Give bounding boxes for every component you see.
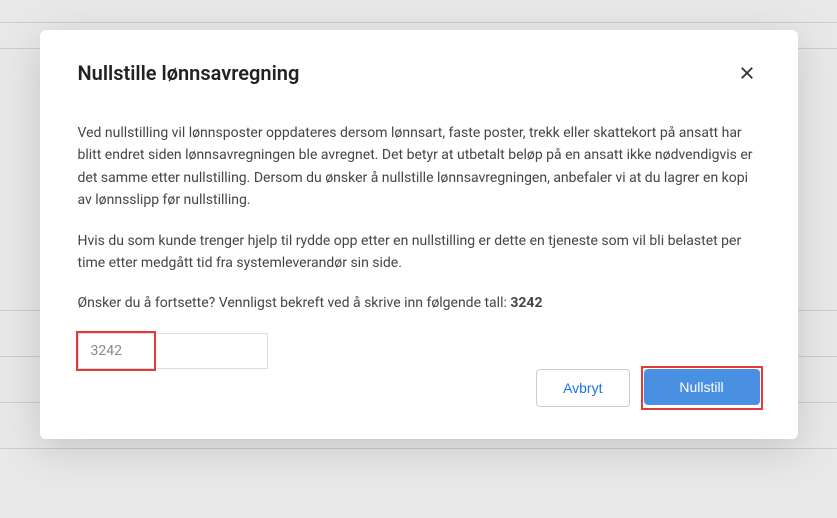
confirm-number-input[interactable] bbox=[78, 333, 268, 369]
modal-header: Nullstille lønnsavregning bbox=[78, 60, 760, 86]
modal-overlay: Nullstille lønnsavregning Ved nullstilli… bbox=[0, 0, 837, 518]
confirm-number: 3242 bbox=[510, 295, 542, 311]
modal-footer: Avbryt Nullstill bbox=[78, 369, 760, 407]
close-icon bbox=[738, 64, 756, 82]
confirm-prompt-text: Ønsker du å fortsette? Vennligst bekreft… bbox=[78, 295, 511, 311]
confirm-input-container bbox=[78, 333, 268, 369]
nullstill-button[interactable]: Nullstill bbox=[644, 369, 760, 405]
submit-highlight: Nullstill bbox=[644, 369, 760, 407]
modal-title: Nullstille lønnsavregning bbox=[78, 61, 300, 85]
cancel-button[interactable]: Avbryt bbox=[536, 369, 629, 407]
confirm-prompt: Ønsker du å fortsette? Vennligst bekreft… bbox=[78, 292, 760, 314]
close-button[interactable] bbox=[734, 60, 760, 86]
modal-body: Ved nullstilling vil lønnsposter oppdate… bbox=[78, 122, 760, 369]
warning-paragraph-2: Hvis du som kunde trenger hjelp til rydd… bbox=[78, 230, 760, 275]
warning-paragraph-1: Ved nullstilling vil lønnsposter oppdate… bbox=[78, 122, 760, 212]
reset-payroll-modal: Nullstille lønnsavregning Ved nullstilli… bbox=[40, 30, 798, 439]
